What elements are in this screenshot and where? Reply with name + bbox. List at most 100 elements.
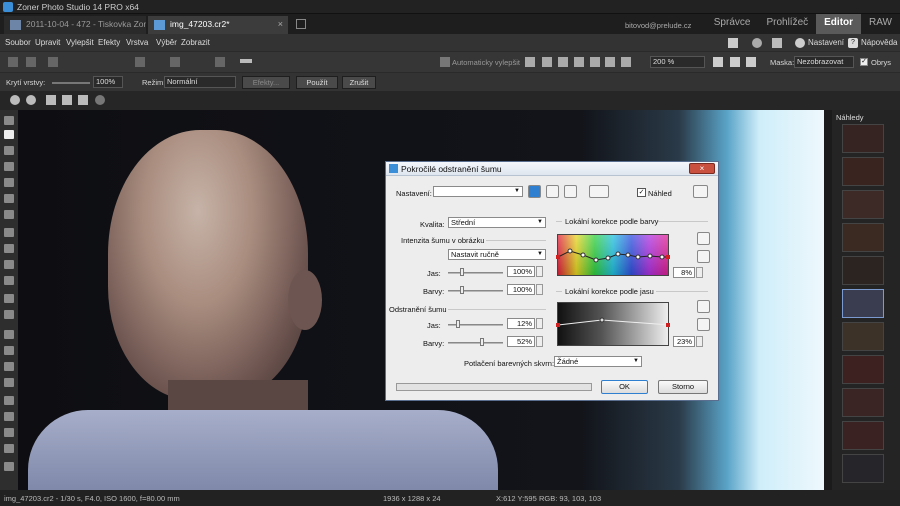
luma-eyedropper-button[interactable] (697, 300, 710, 313)
color-reset-button[interactable] (697, 250, 710, 263)
zoom-out-icon[interactable] (26, 95, 36, 105)
menu-vylepsit[interactable]: Vylepšit (66, 38, 94, 47)
effects-button[interactable]: Efekty... (242, 76, 290, 89)
new-tab-icon[interactable] (296, 19, 306, 29)
sharpen-icon[interactable] (590, 57, 600, 67)
lens-tool-icon[interactable] (4, 194, 14, 203)
tab-folder[interactable]: 2011-10-04 - 472 - Tiskovka Zon... (4, 16, 146, 34)
text-tool-icon[interactable] (4, 378, 14, 387)
removal-jas-knob[interactable] (456, 320, 460, 328)
mode-raw[interactable]: RAW (861, 14, 900, 34)
intensity-jas-knob[interactable] (460, 268, 464, 276)
thumbnail[interactable] (842, 256, 884, 285)
color-icon[interactable] (605, 57, 615, 67)
suppression-select[interactable]: Žádné ▼ (554, 356, 642, 367)
zoom-in-icon[interactable] (10, 95, 20, 105)
brush-tool-icon[interactable] (4, 330, 14, 339)
apply-button[interactable]: Použít (296, 76, 338, 89)
crop-tool-icon[interactable] (4, 146, 14, 155)
upload-icon[interactable] (752, 38, 762, 48)
close-tab-icon[interactable]: × (278, 19, 283, 29)
thumbnail[interactable] (842, 157, 884, 186)
help-link[interactable]: Nápověda (861, 38, 897, 47)
curves-icon[interactable] (542, 57, 552, 67)
stamp-tool-icon[interactable] (4, 260, 14, 269)
luma-endpoint-left[interactable] (556, 323, 560, 327)
intensity-mode-select[interactable]: Nastavit ručně ▼ (448, 249, 546, 260)
magic-wand-icon[interactable] (440, 57, 450, 67)
thumbnail[interactable] (842, 190, 884, 219)
dodge-tool-icon[interactable] (4, 310, 14, 319)
luma-pct-field[interactable]: 23% (673, 336, 695, 347)
intensity-barvy-slider[interactable] (448, 290, 503, 292)
thumbnail[interactable] (842, 223, 884, 252)
clone-tool-icon[interactable] (4, 244, 14, 253)
ok-button[interactable]: OK (601, 380, 648, 394)
thumbnail[interactable] (842, 355, 884, 384)
heal-tool-icon[interactable] (4, 276, 14, 285)
lasso-select-icon[interactable] (4, 428, 14, 437)
thumbnail[interactable] (842, 388, 884, 417)
zoom-tool-icon[interactable] (4, 116, 14, 125)
reset-button[interactable] (564, 185, 577, 198)
intensity-jas-spinner[interactable] (536, 266, 543, 277)
outline-checkbox[interactable]: ✓ (860, 58, 868, 66)
retouch-tool-icon[interactable] (4, 294, 14, 303)
crop-icon[interactable] (215, 57, 225, 67)
straighten-tool-icon[interactable] (4, 162, 14, 171)
cancel-button[interactable]: Zrušit (342, 76, 376, 89)
ellipse-select-icon[interactable] (4, 412, 14, 421)
curve-endpoint-right[interactable] (666, 255, 670, 259)
mask-select[interactable]: Nezobrazovat (794, 56, 854, 68)
auto-enhance-button[interactable]: Automaticky vylepšit (452, 58, 520, 67)
redo-icon[interactable] (170, 57, 180, 67)
magic-select-icon[interactable] (4, 444, 14, 453)
preview-checkbox[interactable]: ✓ (637, 188, 646, 197)
account-email[interactable]: bitovod@prelude.cz (625, 21, 691, 30)
help-icon[interactable]: ? (848, 38, 858, 48)
preset-select[interactable]: ▼ (433, 186, 523, 197)
eraser-tool-icon[interactable] (4, 362, 14, 371)
menu-upravit[interactable]: Upravit (35, 38, 60, 47)
compare-view-button[interactable] (589, 185, 609, 198)
opacity-slider[interactable] (52, 82, 90, 84)
color-pct-spinner[interactable] (696, 267, 703, 278)
dialog-close-button[interactable]: × (689, 163, 715, 174)
intensity-barvy-spinner[interactable] (536, 284, 543, 295)
delete-preset-button[interactable] (546, 185, 559, 198)
undo-icon[interactable] (135, 57, 145, 67)
thumbnail-selected[interactable] (842, 289, 884, 318)
intensity-jas-field[interactable]: 100% (507, 266, 535, 277)
share-icon[interactable] (772, 38, 782, 48)
zoom-fill-icon[interactable] (78, 95, 88, 105)
opacity-field[interactable]: 100% (93, 76, 123, 88)
filter-icon[interactable] (621, 57, 631, 67)
fill-icon[interactable] (730, 57, 740, 67)
color-pct-field[interactable]: 8% (673, 267, 695, 278)
removal-jas-field[interactable]: 12% (507, 318, 535, 329)
fit-icon[interactable] (713, 57, 723, 67)
menu-vyber[interactable]: Výběr (156, 38, 177, 47)
rect-select-icon[interactable] (4, 396, 14, 405)
menu-zobrazit[interactable]: Zobrazit (181, 38, 210, 47)
actual-size-icon[interactable] (746, 57, 756, 67)
mode-spravce[interactable]: Správce (706, 14, 759, 34)
mode-prohlizec[interactable]: Prohlížeč (758, 14, 816, 34)
tab-image[interactable]: img_47203.cr2* × (148, 16, 288, 34)
zoom-actual-icon[interactable] (62, 95, 72, 105)
removal-barvy-field[interactable]: 52% (507, 336, 535, 347)
save-preset-button[interactable] (528, 185, 541, 198)
intensity-barvy-knob[interactable] (460, 286, 464, 294)
mode-editor[interactable]: Editor (816, 14, 862, 34)
back-icon[interactable] (8, 57, 18, 67)
copy-icon[interactable] (48, 57, 58, 67)
brightness-icon[interactable] (558, 57, 568, 67)
perspective-tool-icon[interactable] (4, 178, 14, 187)
removal-barvy-knob[interactable] (480, 338, 484, 346)
luma-pct-spinner[interactable] (696, 336, 703, 347)
contrast-icon[interactable] (574, 57, 584, 67)
rotate-icon[interactable] (240, 59, 252, 63)
thumbnail[interactable] (842, 454, 884, 483)
luma-curve-graph[interactable] (556, 302, 670, 346)
removal-jas-spinner[interactable] (536, 318, 543, 329)
